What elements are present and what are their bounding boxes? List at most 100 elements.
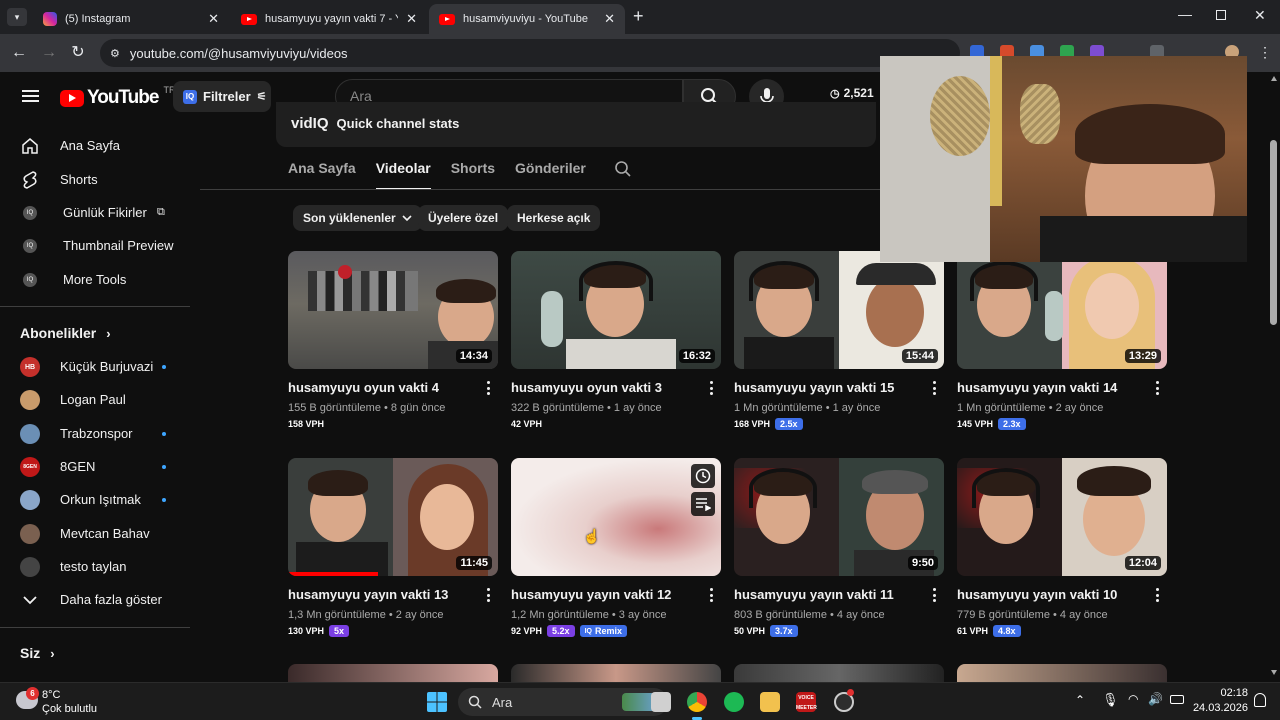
weather-widget[interactable]: 6 8°C Çok bulutlu [14,687,134,717]
video-menu-icon[interactable] [709,588,713,602]
filter-chip-members[interactable]: Üyelere özel [418,205,509,231]
video-thumbnail[interactable] [734,664,944,682]
video-thumbnail[interactable]: 12:04 [957,458,1167,576]
video-thumbnail[interactable] [288,664,498,682]
sort-chip-latest[interactable]: Son yüklenenler [293,205,422,231]
reload-button[interactable]: ↻ [67,42,89,64]
tab-channel[interactable]: husamviyuviyu - YouTube ✕ [429,4,625,34]
vidiq-counter[interactable]: ◷ 2,521 [830,86,874,100]
address-bar[interactable]: ⚙ youtube.com/@husamviyuviyu/videos [100,39,960,67]
video-menu-icon[interactable] [932,588,936,602]
sidebar-show-more[interactable]: Daha fazla göster [0,583,190,616]
subscriptions-header[interactable]: Abonelikler › [20,325,111,341]
video-title[interactable]: husamyuyu yayın vakti 10 [957,587,1167,602]
battery-icon[interactable] [1170,695,1184,704]
vidiq-filter-button[interactable]: IQ Filtreler ⚟ [173,81,271,112]
video-thumbnail[interactable]: ☝ [511,458,721,576]
video-card[interactable]: 15:44 husamyuyu yayın vakti 15 1 Mn görü… [734,251,944,430]
minimize-button[interactable]: — [1178,6,1192,22]
video-title[interactable]: husamyuyu yayın vakti 14 [957,380,1167,395]
filter-chip-public[interactable]: Herkese açık [507,205,601,231]
video-title[interactable]: husamyuyu oyun vakti 3 [511,380,721,395]
restore-button[interactable] [1216,10,1226,20]
sidebar-sub-trabzonspor[interactable]: Trabzonspor [0,417,190,450]
video-menu-icon[interactable] [1155,381,1159,395]
you-header[interactable]: Siz › [20,645,55,661]
search-icon[interactable] [614,160,632,178]
remix-badge[interactable]: IQ Remix [579,625,627,637]
video-thumbnail[interactable]: 11:45 [288,458,498,576]
tab-close-icon[interactable]: ✕ [208,11,219,27]
site-info-icon[interactable]: ⚙ [110,47,120,60]
video-menu-icon[interactable] [486,588,490,602]
scroll-up-arrow[interactable] [1271,76,1277,81]
clock[interactable]: 02:18 24.03.2026 [1190,686,1248,716]
tab-close-icon[interactable]: ✕ [406,11,417,27]
video-card[interactable]: ☝ husamyuyu yayın vakti 12 1,2 Mn görünt… [511,458,721,637]
volume-icon[interactable]: 🔊 [1148,692,1163,706]
spotify-icon[interactable] [724,692,744,712]
video-title[interactable]: husamyuyu oyun vakti 4 [288,380,498,395]
video-thumbnail[interactable]: 16:32 [511,251,721,369]
scroll-down-arrow[interactable] [1271,670,1277,675]
tab-instagram[interactable]: (5) Instagram ✕ [33,4,229,34]
video-card[interactable]: 13:29 husamyuyu yayın vakti 14 1 Mn görü… [957,251,1167,430]
sidebar-sub-testo-taylan[interactable]: testo taylan [0,550,190,583]
video-title[interactable]: husamyuyu yayın vakti 11 [734,587,944,602]
sidebar-sub-orkun-isitmak[interactable]: Orkun Işıtmak [0,483,190,516]
video-thumbnail[interactable] [511,664,721,682]
microphone-icon[interactable]: 🎙 [1102,692,1119,708]
sidebar-item-more-tools[interactable]: IQ More Tools [0,263,190,296]
tray-overflow-icon[interactable]: ⌃ [1075,693,1085,707]
video-title[interactable]: husamyuyu yayın vakti 15 [734,380,944,395]
sidebar-sub-kucuk-burjuvazi[interactable]: HB Küçük Burjuvazi [0,350,190,383]
voicemeeter-icon[interactable]: VOICE MEETER [796,692,817,712]
video-menu-icon[interactable] [1155,588,1159,602]
tab-video-7[interactable]: husamyuyu yayın vakti 7 - YouTube ✕ [231,4,427,34]
tab-shorts[interactable]: Shorts [451,160,495,178]
sidebar-sub-logan-paul[interactable]: Logan Paul [0,383,190,416]
video-card[interactable]: 16:32 husamyuyu oyun vakti 3 322 B görün… [511,251,721,430]
sidebar-item-daily-ideas[interactable]: IQ Günlük Fikirler ⧉ [0,196,190,229]
tab-posts[interactable]: Gönderiler [515,160,586,178]
video-menu-icon[interactable] [709,381,713,395]
add-to-queue-icon[interactable] [691,492,715,516]
video-title[interactable]: husamyuyu yayın vakti 12 [511,587,721,602]
video-thumbnail[interactable]: 15:44 [734,251,944,369]
forward-button[interactable]: → [38,42,60,64]
video-thumbnail[interactable] [957,664,1167,682]
video-card[interactable]: 11:45 husamyuyu yayın vakti 13 1,3 Mn gö… [288,458,498,637]
video-thumbnail[interactable]: 9:50 [734,458,944,576]
video-card[interactable]: 9:50 husamyuyu yayın vakti 11 803 B görü… [734,458,944,637]
windows-start-icon[interactable] [427,692,447,712]
wifi-icon[interactable]: ◠ [1128,692,1138,706]
watch-later-icon[interactable] [691,464,715,488]
sidebar-item-home[interactable]: Ana Sayfa [0,129,190,162]
video-thumbnail[interactable]: 14:34 [288,251,498,369]
taskbar-search[interactable]: Ara [458,688,668,716]
video-menu-icon[interactable] [486,381,490,395]
sidebar-sub-8gen[interactable]: 8GEN 8GEN [0,450,190,483]
sidebar-item-thumbnail-preview[interactable]: IQ Thumbnail Preview [0,229,190,262]
vidiq-quick-stats[interactable]: vidIQ Quick channel stats [291,115,459,132]
task-view-icon[interactable] [651,692,671,712]
new-tab-button[interactable]: + [633,6,644,27]
close-window-button[interactable]: ✕ [1254,7,1266,24]
video-card[interactable]: 14:34 husamyuyu oyun vakti 4 155 B görün… [288,251,498,430]
tab-search-button[interactable]: ▾ [7,8,27,26]
sidebar-item-shorts[interactable]: Shorts [0,163,190,196]
chrome-icon[interactable] [687,692,707,712]
back-button[interactable]: ← [8,42,30,64]
scrollbar-thumb[interactable] [1270,140,1277,325]
video-menu-icon[interactable] [932,381,936,395]
tab-home[interactable]: Ana Sayfa [288,160,356,178]
tab-close-icon[interactable]: ✕ [604,11,615,27]
tab-videos[interactable]: Videolar [375,160,431,190]
video-card[interactable]: 12:04 husamyuyu yayın vakti 10 779 B gör… [957,458,1167,637]
youtube-logo[interactable]: YouTube TR [60,85,175,109]
video-thumbnail[interactable]: 13:29 [957,251,1167,369]
sidebar-sub-mevtcan-bahav[interactable]: Mevtcan Bahav [0,517,190,550]
menu-icon[interactable] [22,90,39,92]
notifications-icon[interactable] [1254,693,1266,707]
video-title[interactable]: husamyuyu yayın vakti 13 [288,587,498,602]
